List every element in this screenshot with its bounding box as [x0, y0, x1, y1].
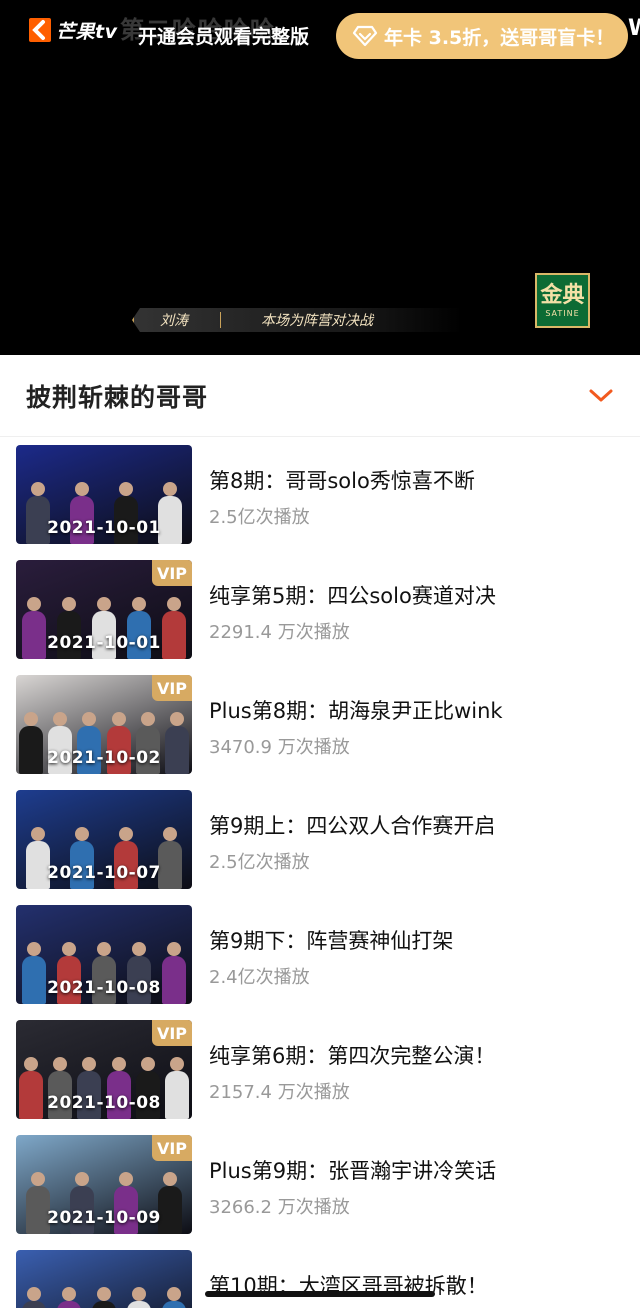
annual-card-promo-button[interactable]: 年卡 3.5折，送哥哥盲卡！: [336, 13, 628, 59]
series-title: 披荆斩棘的哥哥: [26, 382, 209, 412]
episode-thumbnail[interactable]: VIP 2021-10-08: [16, 1020, 192, 1119]
episode-date: 2021-10-09: [47, 1208, 161, 1228]
episode-title[interactable]: 纯享第6期：第四次完整公演！: [209, 1040, 495, 1070]
episode-thumbnail[interactable]: 2021-10-07: [16, 790, 192, 889]
episode-item[interactable]: 2021-10-07 第9期上：四公双人合作赛开启 2.5亿次播放: [0, 790, 640, 905]
episode-list: 2021-10-01 第8期：哥哥solo秀惊喜不断 2.5亿次播放 VIP 20…: [0, 445, 640, 1308]
episode-thumbnail[interactable]: VIP 2021-10-02: [16, 675, 192, 774]
mango-logo-icon: [29, 18, 51, 42]
mango-tv-logo: 芒果tv: [28, 16, 117, 44]
episode-title[interactable]: Plus第9期：张晋瀚宇讲冷笑话: [209, 1155, 496, 1185]
episode-title[interactable]: 第9期下：阵营赛神仙打架: [209, 925, 453, 955]
episode-play-count: 2157.4 万次播放: [209, 1082, 350, 1103]
lower-third-caption: 刘涛 本场为阵营对决战: [132, 308, 462, 332]
edge-letter: W: [628, 16, 640, 41]
episode-date: 2021-10-08: [47, 1093, 161, 1113]
thumbnail-person: [22, 1287, 46, 1308]
episode-item[interactable]: VIP 2021-10-01 纯享第5期：四公solo赛道对决 2291.4 万次…: [0, 560, 640, 675]
episode-item[interactable]: VIP 2021-10-02 Plus第8期：胡海泉尹正比wink 3470.9 …: [0, 675, 640, 790]
episode-title[interactable]: 第9期上：四公双人合作赛开启: [209, 810, 495, 840]
thumbnail-person: [162, 1287, 186, 1308]
episode-title[interactable]: 纯享第5期：四公solo赛道对决: [209, 580, 496, 610]
episode-item[interactable]: 2021-10-01 第8期：哥哥solo秀惊喜不断 2.5亿次播放: [0, 445, 640, 560]
lower-third-text: 本场为阵营对决战: [261, 313, 373, 329]
video-player[interactable]: 芒果tv 第二哈哈哈哈 开通会员观看完整版 年卡 3.5折，送哥哥盲卡！ W 刘…: [0, 0, 640, 355]
episode-date: 2021-10-02: [47, 748, 161, 768]
episode-thumbnail[interactable]: [16, 1250, 192, 1308]
lower-third-name: 刘涛: [160, 313, 188, 329]
chevron-down-icon[interactable]: [588, 387, 614, 405]
thumbnail-person: [127, 1287, 151, 1308]
vip-badge: VIP: [152, 560, 192, 586]
vip-badge: VIP: [152, 1020, 192, 1046]
home-indicator[interactable]: [205, 1291, 435, 1297]
episode-thumbnail[interactable]: VIP 2021-10-09: [16, 1135, 192, 1234]
episode-play-count: 2.4亿次播放: [209, 967, 310, 988]
thumbnail-person: [92, 1287, 116, 1308]
episode-item[interactable]: 2021-10-08 第9期下：阵营赛神仙打架 2.4亿次播放: [0, 905, 640, 1020]
episode-date: 2021-10-07: [47, 863, 161, 883]
sponsor-name: 金典: [540, 282, 585, 308]
sponsor-badge: 金典 SATINE: [535, 273, 590, 328]
episode-date: 2021-10-01: [47, 633, 161, 653]
episode-play-count: 2291.4 万次播放: [209, 622, 350, 643]
episode-item[interactable]: VIP 2021-10-09 Plus第9期：张晋瀚宇讲冷笑话 3266.2 万次…: [0, 1135, 640, 1250]
episode-title[interactable]: Plus第8期：胡海泉尹正比wink: [209, 695, 503, 725]
episode-date: 2021-10-08: [47, 978, 161, 998]
series-header: 披荆斩棘的哥哥: [0, 355, 640, 437]
thumbnail-figures: [16, 1287, 192, 1308]
episode-play-count: 3470.9 万次播放: [209, 737, 350, 758]
episode-date: 2021-10-01: [47, 518, 161, 538]
episode-play-count: 2.5亿次播放: [209, 507, 310, 528]
diamond-icon: [352, 25, 378, 47]
vip-badge: VIP: [152, 675, 192, 701]
episode-title[interactable]: 第8期：哥哥solo秀惊喜不断: [209, 465, 475, 495]
episode-thumbnail[interactable]: 2021-10-08: [16, 905, 192, 1004]
lower-third-divider: [220, 312, 221, 328]
vip-badge: VIP: [152, 1135, 192, 1161]
episode-item[interactable]: 第10期：大湾区哥哥被拆散！: [0, 1250, 640, 1308]
episode-item[interactable]: VIP 2021-10-08 纯享第6期：第四次完整公演！ 2157.4 万次播放: [0, 1020, 640, 1135]
episode-play-count: 3266.2 万次播放: [209, 1197, 350, 1218]
thumbnail-person: [57, 1287, 81, 1308]
promo-label: 年卡 3.5折，送哥哥盲卡！: [384, 26, 615, 49]
episode-play-count: 2.5亿次播放: [209, 852, 310, 873]
episode-thumbnail[interactable]: 2021-10-01: [16, 445, 192, 544]
vip-prompt-text[interactable]: 开通会员观看完整版: [138, 22, 309, 49]
logo-text: 芒果tv: [56, 20, 118, 43]
sponsor-subtitle: SATINE: [545, 309, 580, 318]
episode-thumbnail[interactable]: VIP 2021-10-01: [16, 560, 192, 659]
